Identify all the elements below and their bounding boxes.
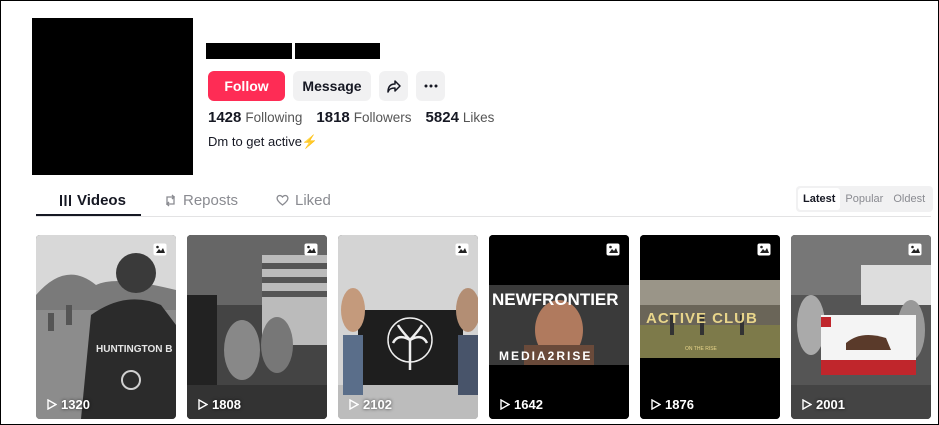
video-card[interactable]: 2102 [338, 235, 478, 419]
repost-icon [166, 194, 175, 206]
following-count: 1428 [208, 109, 242, 126]
video-overlay-subtext: MEDIA2RISE [499, 349, 592, 363]
following-label: Following [245, 110, 303, 125]
more-options-button[interactable] [416, 71, 445, 101]
profile-stats: 1428 Following 1818 Followers 5824 Likes [208, 109, 494, 126]
view-count-value: 2102 [363, 397, 392, 412]
display-name-redacted [295, 43, 380, 59]
likes-count: 5824 [425, 109, 459, 126]
likes-label: Likes [462, 110, 495, 125]
tab-liked[interactable]: Liked [276, 184, 331, 216]
active-tab-indicator [36, 214, 141, 216]
view-count: 2001 [801, 397, 845, 412]
video-thumbnail: HUNTINGTON B [36, 235, 176, 419]
view-count-value: 1642 [514, 397, 543, 412]
likes-stat: 5824 Likes [426, 109, 495, 126]
tab-reposts-label: Reposts [183, 191, 239, 209]
following-stat[interactable]: 1428 Following [208, 109, 302, 126]
sort-toggle: Latest Popular Oldest [796, 186, 933, 212]
view-count-value: 1808 [212, 397, 241, 412]
video-thumbnail: NEWFRONTIER MEDIA2RISE [489, 235, 629, 419]
photo-icon [757, 243, 771, 256]
tab-liked-label: Liked [295, 191, 331, 209]
photo-icon [304, 243, 318, 256]
followers-stat[interactable]: 1818 Followers [316, 109, 411, 126]
grid-icon [60, 194, 71, 206]
video-card[interactable]: 1808 [187, 235, 327, 419]
tab-videos[interactable]: Videos [60, 184, 126, 216]
followers-count: 1818 [316, 109, 350, 126]
video-overlay-text: HUNTINGTON B [96, 344, 172, 355]
followers-label: Followers [353, 110, 412, 125]
view-count: 1642 [499, 397, 543, 412]
view-count-value: 1320 [61, 397, 90, 412]
tab-reposts[interactable]: Reposts [164, 184, 238, 216]
photo-icon [455, 243, 469, 256]
profile-bio: Dm to get active⚡ [208, 134, 319, 149]
view-count: 1876 [650, 397, 694, 412]
message-button[interactable]: Message [293, 71, 371, 101]
share-icon [386, 80, 401, 93]
view-count: 1808 [197, 397, 241, 412]
video-card[interactable]: NEWFRONTIER MEDIA2RISE 1642 [489, 235, 629, 419]
more-icon [424, 84, 437, 88]
sort-latest[interactable]: Latest [798, 188, 841, 210]
play-icon [198, 399, 208, 410]
video-overlay-text: NEWFRONTIER [492, 290, 619, 309]
video-card[interactable]: ACTIVE CLUB ON THE RISE 1876 [640, 235, 780, 419]
tab-videos-label: Videos [77, 191, 126, 209]
play-icon [651, 399, 661, 410]
username-redacted [206, 43, 292, 59]
video-thumbnail [791, 235, 931, 419]
video-card[interactable]: HUNTINGTON B 1320 [36, 235, 176, 419]
avatar[interactable] [32, 18, 193, 175]
view-count-value: 1876 [665, 397, 694, 412]
play-icon [802, 399, 812, 410]
sort-popular[interactable]: Popular [840, 188, 888, 210]
video-thumbnail: ACTIVE CLUB ON THE RISE [640, 235, 780, 419]
view-count-value: 2001 [816, 397, 845, 412]
play-icon [47, 399, 57, 410]
play-icon [349, 399, 359, 410]
photo-icon [153, 243, 167, 256]
photo-icon [606, 243, 620, 256]
view-count: 2102 [348, 397, 392, 412]
view-count: 1320 [46, 397, 90, 412]
sort-oldest[interactable]: Oldest [888, 188, 930, 210]
heart-icon [276, 194, 289, 206]
video-card[interactable]: 2001 [791, 235, 931, 419]
video-thumbnail [187, 235, 327, 419]
share-button[interactable] [379, 71, 408, 101]
video-overlay-subtext: ON THE RISE [685, 346, 718, 352]
play-icon [500, 399, 510, 410]
photo-icon [908, 243, 922, 256]
video-overlay-text: ACTIVE CLUB [646, 310, 758, 327]
video-thumbnail [338, 235, 478, 419]
follow-button[interactable]: Follow [208, 71, 285, 101]
